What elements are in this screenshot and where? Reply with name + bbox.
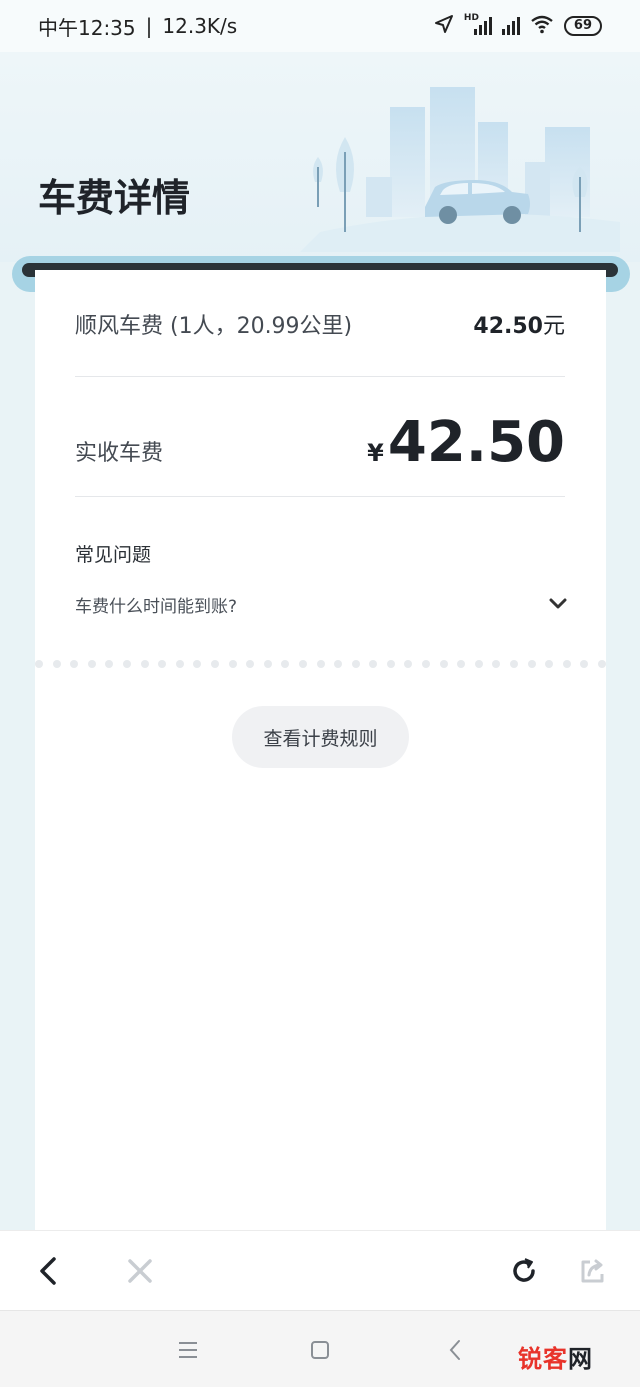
view-fare-rules-button[interactable]: 查看计费规则 xyxy=(232,706,409,768)
battery-icon: 69 xyxy=(563,16,602,36)
close-icon[interactable] xyxy=(120,1251,160,1291)
perforation-dots xyxy=(35,660,606,670)
actual-fare-row: 实收车费 ¥ 42.50 xyxy=(75,402,565,482)
divider xyxy=(75,376,565,377)
home-icon[interactable] xyxy=(303,1333,337,1367)
fare-unit: 元 xyxy=(542,314,565,339)
browser-toolbar xyxy=(0,1230,640,1310)
perforation-dot xyxy=(263,660,272,668)
perforation-dot xyxy=(386,660,395,668)
perforation-dot xyxy=(193,660,202,668)
perforation-dot xyxy=(298,660,307,668)
perforation-dot xyxy=(140,660,149,668)
header: 车费详情 xyxy=(0,52,640,262)
divider xyxy=(75,496,565,497)
perforation-dot xyxy=(334,660,343,668)
menu-icon[interactable] xyxy=(171,1333,205,1367)
watermark-red: 锐客 xyxy=(518,1344,568,1373)
wifi-icon xyxy=(530,14,554,39)
fare-amount: 42.50元 xyxy=(473,308,565,340)
page-title: 车费详情 xyxy=(38,176,191,220)
city-car-illustration xyxy=(300,87,620,252)
perforation-dot xyxy=(369,660,378,668)
status-bar: 中午12:35 | 12.3K/s HD 69 xyxy=(0,0,640,52)
network-speed: 12.3K/s xyxy=(162,14,238,38)
perforation-dot xyxy=(527,660,536,668)
status-time: 中午12:35 xyxy=(38,15,136,40)
perforation-dot xyxy=(316,660,325,668)
perforation-dot xyxy=(281,660,290,668)
back-icon[interactable] xyxy=(28,1251,68,1291)
perforation-dot xyxy=(351,660,360,668)
perforation-dot xyxy=(422,660,431,668)
actual-fare-value: 42.50 xyxy=(387,409,565,475)
perforation-dot xyxy=(457,660,466,668)
fare-value: 42.50 xyxy=(473,314,543,339)
perforation-dot xyxy=(175,660,184,668)
perforation-dot xyxy=(210,660,219,668)
fare-card: 顺风车费 (1人，20.99公里) 42.50元 实收车费 ¥ 42.50 常见… xyxy=(35,270,606,1230)
perforation-dot xyxy=(70,660,79,668)
status-separator: | xyxy=(145,14,153,38)
perforation-dot xyxy=(35,660,43,668)
watermark-logo: 锐客网 xyxy=(518,1339,593,1374)
faq-title: 常见问题 xyxy=(75,544,152,566)
location-icon xyxy=(434,14,454,39)
status-right: HD 69 xyxy=(434,13,602,39)
perforation-dot xyxy=(404,660,413,668)
signal-hd-icon: HD xyxy=(464,13,492,35)
perforation-dot xyxy=(562,660,571,668)
nav-back-icon[interactable] xyxy=(438,1333,472,1367)
refresh-icon[interactable] xyxy=(504,1251,544,1291)
actual-fare-label: 实收车费 xyxy=(75,441,164,466)
fare-label: 顺风车费 (1人，20.99公里) xyxy=(75,314,353,339)
status-left: 中午12:35 | 12.3K/s xyxy=(38,12,237,41)
faq-question: 车费什么时间能到账? xyxy=(75,597,238,617)
perforation-dot xyxy=(87,660,96,668)
perforation-dot xyxy=(510,660,519,668)
perforation-dot xyxy=(580,660,589,668)
perforation-dot xyxy=(105,660,114,668)
fare-row: 顺风车费 (1人，20.99公里) 42.50元 xyxy=(75,308,565,340)
perforation-dot xyxy=(598,660,606,668)
perforation-dot xyxy=(439,660,448,668)
system-navbar: 锐客网 xyxy=(0,1310,640,1387)
perforation-dot xyxy=(474,660,483,668)
actual-fare-amount: ¥ 42.50 xyxy=(367,410,565,475)
share-icon[interactable] xyxy=(573,1251,613,1291)
battery-level: 69 xyxy=(573,18,592,33)
perforation-dot xyxy=(228,660,237,668)
signal-icon xyxy=(501,17,520,35)
perforation-dot xyxy=(246,660,255,668)
perforation-dot xyxy=(52,660,61,668)
perforation-dot xyxy=(492,660,501,668)
perforation-dot xyxy=(158,660,167,668)
hd-label: HD xyxy=(463,13,479,23)
currency-symbol: ¥ xyxy=(367,438,384,467)
chevron-down-icon[interactable] xyxy=(549,595,567,614)
watermark-dark: 网 xyxy=(568,1344,593,1373)
perforation-dot xyxy=(545,660,554,668)
perforation-dot xyxy=(122,660,131,668)
faq-item[interactable]: 车费什么时间能到账? xyxy=(75,592,567,617)
